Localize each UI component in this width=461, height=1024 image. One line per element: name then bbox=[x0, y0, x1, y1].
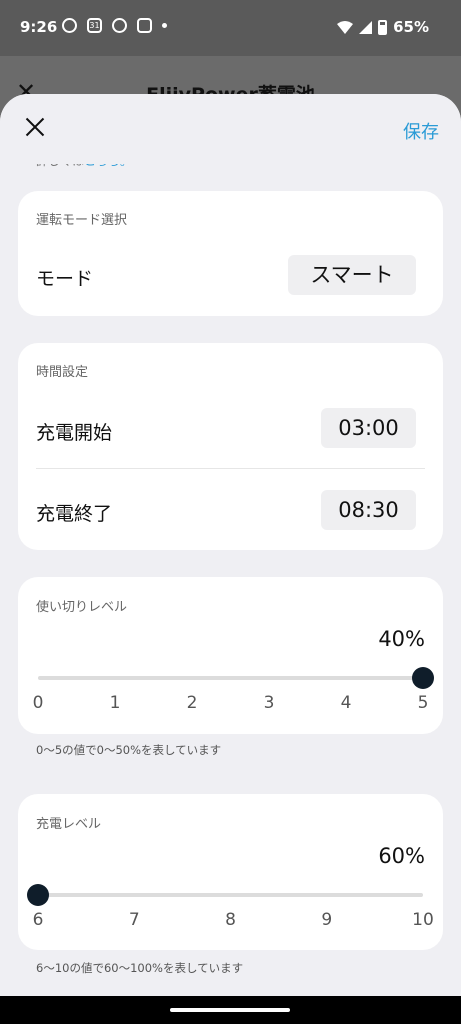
status-time: 9:26 bbox=[20, 18, 58, 36]
charge-end-label: 充電終了 bbox=[36, 503, 113, 525]
slider-tick-label: 3 bbox=[263, 693, 275, 713]
time-card-title: 時間設定 bbox=[36, 365, 89, 380]
slider-tick-label: 9 bbox=[321, 910, 333, 930]
system-icons: 65% bbox=[337, 18, 429, 36]
battery-percent: 65% bbox=[393, 18, 429, 36]
slider-tick-label: 8 bbox=[225, 910, 236, 930]
divider bbox=[36, 468, 425, 469]
charge-level-ticks: 6 7 8 9 10 bbox=[33, 910, 434, 932]
usage-level-slider[interactable] bbox=[38, 676, 423, 680]
slider-tick-label: 5 bbox=[417, 693, 429, 713]
mode-card-title: 運転モード選択 bbox=[36, 213, 128, 228]
home-gesture-handle[interactable] bbox=[170, 1008, 290, 1012]
charge-level-thumb[interactable] bbox=[27, 884, 49, 906]
charge-level-card: 充電レベル 60% 6 7 8 9 10 bbox=[18, 794, 443, 950]
gmail-icon bbox=[137, 18, 152, 33]
settings-sheet: 保存 詳しくはこちら。 運転モード選択 モード スマート 時間設定 充電開始 0… bbox=[0, 94, 461, 996]
usage-level-ticks: 0 1 2 3 4 5 bbox=[33, 693, 429, 715]
charge-level-percent: 60% bbox=[378, 844, 425, 868]
close-button[interactable] bbox=[22, 114, 48, 140]
mode-select[interactable]: スマート bbox=[288, 255, 416, 295]
slider-tick-label: 4 bbox=[340, 693, 352, 713]
usage-level-title: 使い切りレベル bbox=[36, 600, 128, 615]
usage-level-caption: 0〜5の値で0〜50%を表しています bbox=[36, 743, 222, 757]
slider-tick-label: 6 bbox=[32, 910, 44, 930]
calendar-icon: 31 bbox=[87, 18, 102, 33]
signal-icon bbox=[359, 20, 373, 34]
slider-tick-label: 1 bbox=[109, 693, 121, 713]
charge-end-time[interactable]: 08:30 bbox=[321, 490, 416, 530]
navigation-bar bbox=[0, 996, 461, 1024]
save-button[interactable]: 保存 bbox=[403, 118, 439, 144]
sheet-header: 保存 bbox=[0, 94, 461, 164]
mode-card: 運転モード選択 モード スマート bbox=[18, 191, 443, 316]
slider-tick-label: 7 bbox=[128, 910, 140, 930]
slider-tick-label: 2 bbox=[186, 693, 198, 713]
slider-tick-label: 10 bbox=[412, 910, 434, 930]
notification-icons: 31 bbox=[62, 18, 167, 33]
status-bar: 9:26 31 65% bbox=[0, 0, 461, 56]
more-notifications-icon bbox=[162, 23, 167, 28]
charge-start-label: 充電開始 bbox=[36, 422, 113, 444]
line-icon bbox=[112, 18, 127, 33]
charge-level-slider[interactable] bbox=[38, 893, 423, 897]
time-card: 時間設定 充電開始 03:00 充電終了 08:30 bbox=[18, 343, 443, 550]
usage-level-thumb[interactable] bbox=[412, 667, 434, 689]
charge-level-caption: 6〜10の値で60〜100%を表しています bbox=[36, 961, 244, 975]
wifi-icon bbox=[337, 20, 354, 34]
mode-label: モード bbox=[36, 268, 94, 290]
battery-icon bbox=[378, 19, 388, 35]
usage-level-card: 使い切りレベル 40% 0 1 2 3 4 5 bbox=[18, 577, 443, 734]
charge-start-time[interactable]: 03:00 bbox=[321, 408, 416, 448]
slider-tick-label: 0 bbox=[32, 693, 44, 713]
chat-icon bbox=[62, 18, 77, 33]
usage-level-percent: 40% bbox=[378, 627, 425, 651]
charge-level-title: 充電レベル bbox=[36, 817, 102, 832]
